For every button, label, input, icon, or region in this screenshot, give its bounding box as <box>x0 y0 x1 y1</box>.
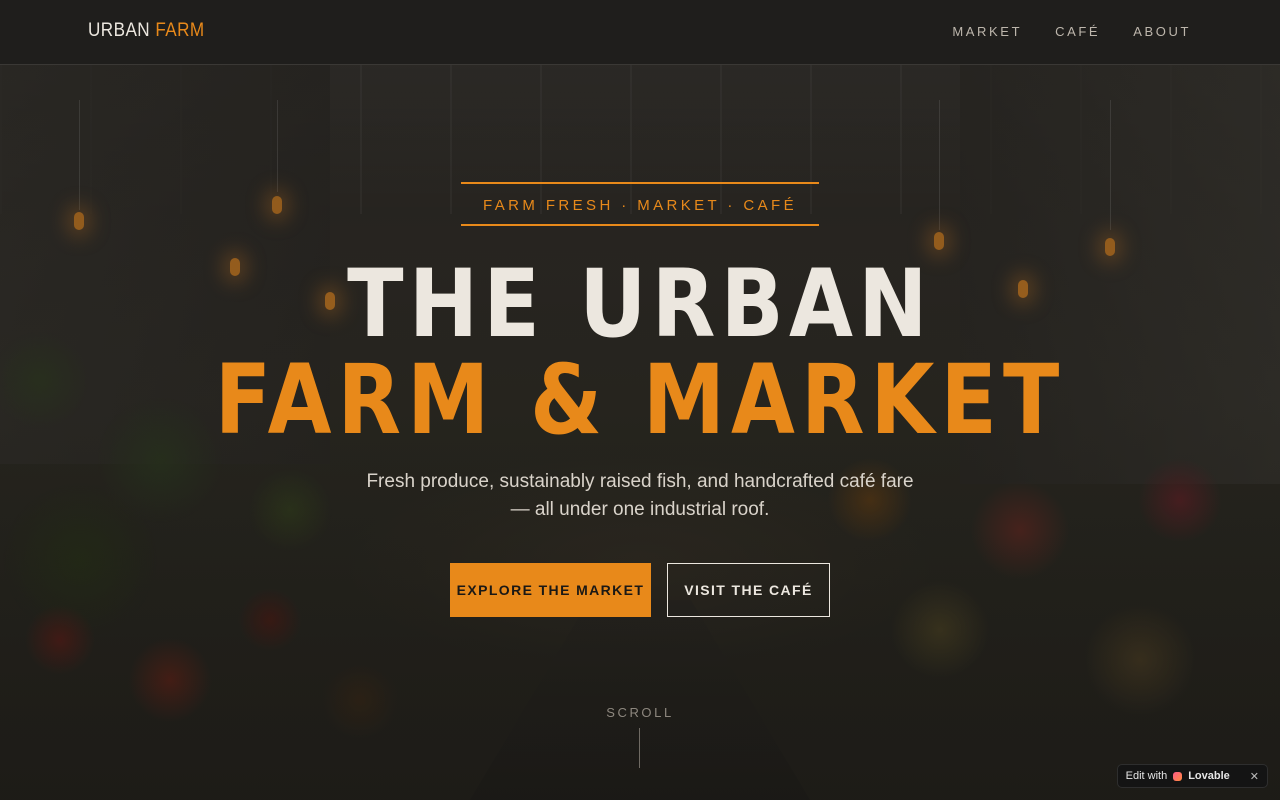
badge-prefix: Edit with <box>1125 770 1168 782</box>
visit-cafe-button[interactable]: VISIT THE CAFÉ <box>667 563 830 617</box>
hero-tagline: FARM FRESH · MARKET · CAFÉ <box>483 197 797 214</box>
hero-title-line1: THE URBAN <box>347 250 933 359</box>
hero-content: FARM FRESH · MARKET · CAFÉ THE URBAN FAR… <box>0 0 1280 800</box>
site-logo[interactable]: URBAN FARM <box>88 20 205 42</box>
lovable-heart-icon <box>1173 771 1183 781</box>
hero-title-line2: FARM & MARKET <box>214 344 1066 456</box>
logo-word-urban: URBAN <box>88 20 151 41</box>
edit-with-lovable-badge[interactable]: Edit with Lovable ✕ <box>1116 764 1268 788</box>
nav-menu: MARKET CAFÉ ABOUT <box>952 24 1191 39</box>
scroll-indicator-line <box>639 728 640 768</box>
hero-subtitle: Fresh produce, sustainably raised fish, … <box>340 468 940 524</box>
close-icon[interactable]: ✕ <box>1250 770 1259 783</box>
nav-link-market[interactable]: MARKET <box>952 24 1022 39</box>
tagline-bottom-rule <box>461 224 819 226</box>
hero-subtitle-line2: — all under one industrial roof. <box>510 499 770 520</box>
scroll-indicator-label: SCROLL <box>606 705 674 720</box>
nav-link-about[interactable]: ABOUT <box>1133 24 1191 39</box>
top-navbar: URBAN FARM MARKET CAFÉ ABOUT <box>0 0 1280 65</box>
hero-subtitle-line1: Fresh produce, sustainably raised fish, … <box>366 471 914 492</box>
badge-brand: Lovable <box>1188 770 1230 782</box>
nav-link-cafe[interactable]: CAFÉ <box>1055 24 1100 39</box>
explore-market-button[interactable]: EXPLORE THE MARKET <box>450 563 651 617</box>
tagline-top-rule <box>461 182 819 184</box>
logo-word-farm: FARM <box>155 20 205 41</box>
